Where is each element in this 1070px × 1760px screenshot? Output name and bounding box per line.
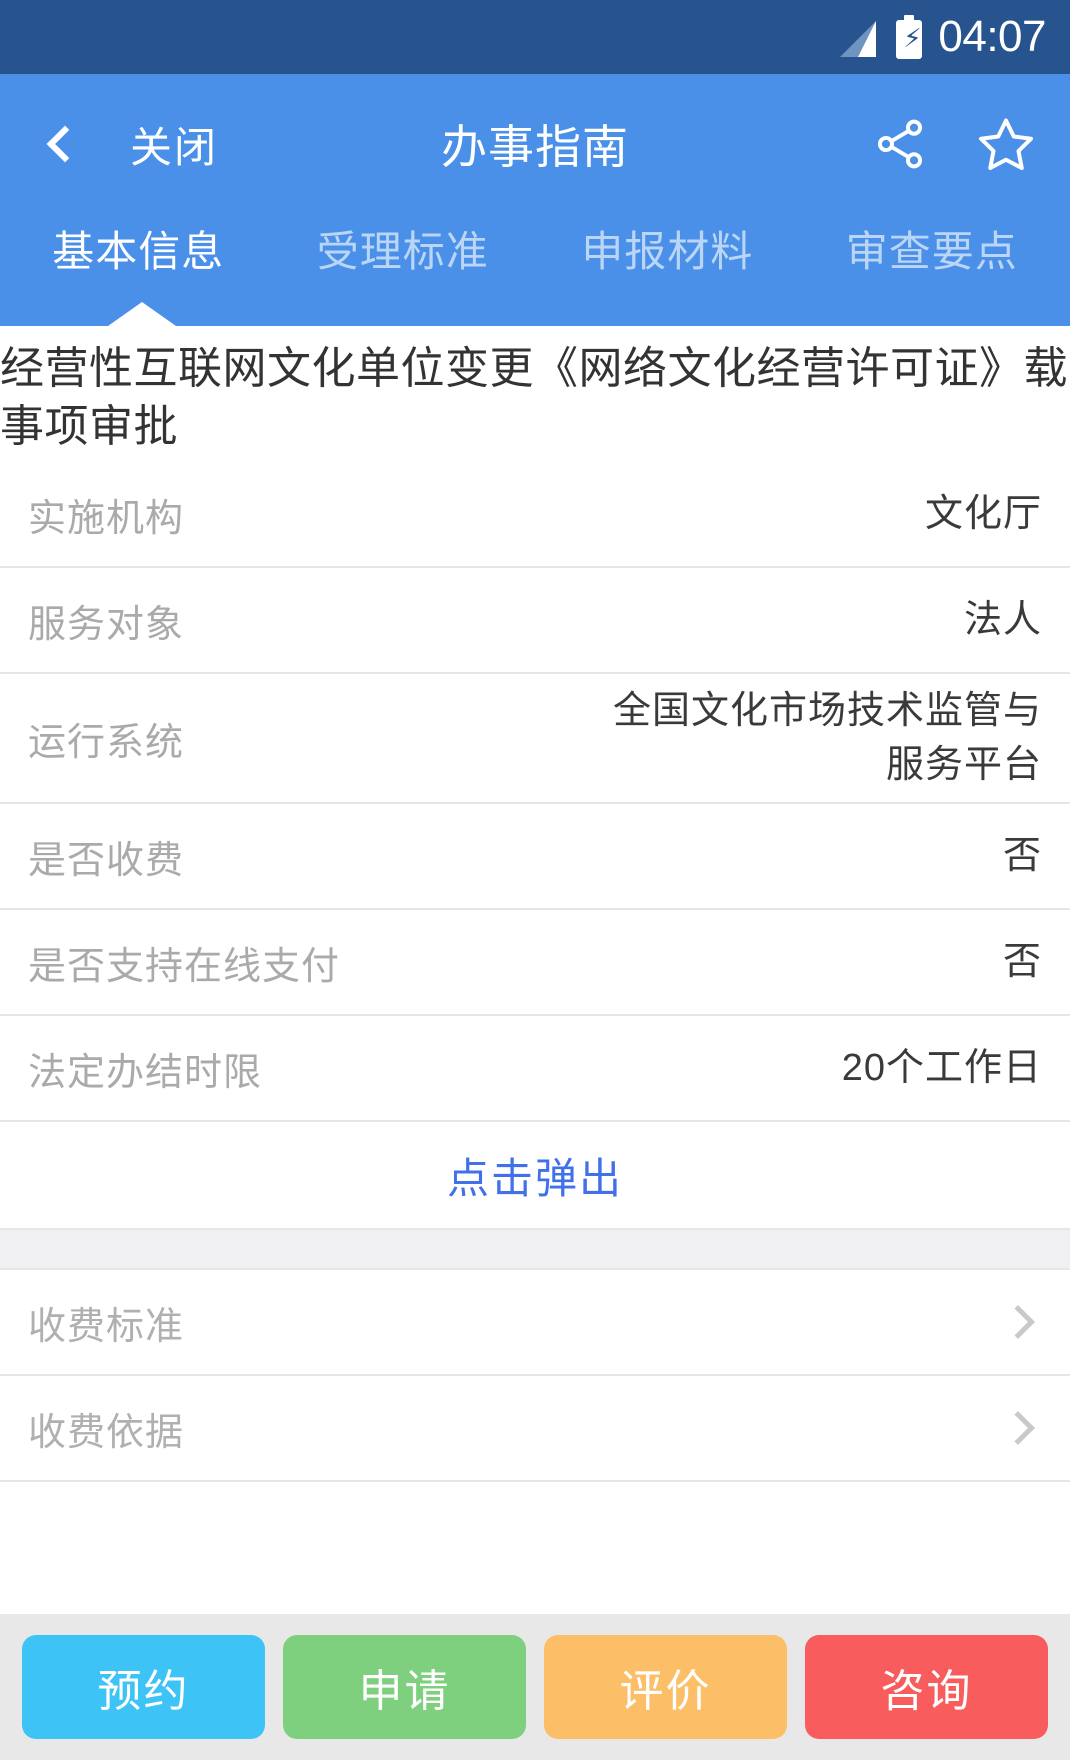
chevron-right-icon <box>1001 1411 1035 1445</box>
status-bar-right: ⚡ 04:07 <box>836 15 1046 59</box>
back-button[interactable] <box>42 125 88 163</box>
info-value: 20个工作日 <box>841 1047 1042 1089</box>
service-item-title-line2: 事项审批 <box>0 402 178 451</box>
info-value: 全国文化市场技术监管与服务平台 <box>612 690 1042 786</box>
info-label: 实施机构 <box>28 497 185 540</box>
list-item-label: 收费标准 <box>28 1305 185 1348</box>
nav-actions <box>870 114 1036 174</box>
tab-basic-info[interactable]: 基本信息 <box>6 214 271 279</box>
tab-bar: 基本信息 受理标准 申报材料 审查要点 <box>0 214 1070 304</box>
share-icon <box>877 119 923 169</box>
status-bar: ⚡ 04:07 <box>0 0 1070 74</box>
tab-application-materials[interactable]: 申报材料 <box>535 214 800 279</box>
active-tab-indicator-row <box>0 302 1070 326</box>
signal-bars-icon <box>836 15 880 59</box>
service-item-title-line1: 经营性互联网文化单位变更《网络文化经营许可证》载明 <box>0 344 1070 393</box>
info-label: 服务对象 <box>28 603 185 646</box>
tab-review-points[interactable]: 审查要点 <box>800 214 1065 279</box>
info-list: 实施机构 文化厅 服务对象 法人 运行系统 全国文化市场技术监管与服务平台 是否… <box>0 462 1070 1122</box>
service-item-title: 经营性互联网文化单位变更《网络文化经营许可证》载明 事项审批 <box>0 326 1070 462</box>
chevron-left-icon <box>46 125 84 163</box>
info-label: 法定办结时限 <box>28 1051 263 1094</box>
list-item-fee-basis[interactable]: 收费依据 <box>0 1376 1070 1482</box>
navigation-list: 收费标准 收费依据 <box>0 1270 1070 1482</box>
status-clock: 04:07 <box>938 12 1046 61</box>
info-row-legal-time-limit: 法定办结时限 20个工作日 <box>0 1016 1070 1122</box>
info-label: 运行系统 <box>28 721 185 764</box>
apply-button[interactable]: 申请 <box>283 1635 526 1739</box>
share-button[interactable] <box>870 114 930 174</box>
tab-acceptance-standard[interactable]: 受理标准 <box>271 214 536 279</box>
evaluate-button[interactable]: 评价 <box>544 1635 787 1739</box>
popup-trigger-link[interactable]: 点击弹出 <box>447 1145 623 1206</box>
info-value: 法人 <box>963 599 1042 641</box>
info-label: 是否支持在线支付 <box>28 945 341 988</box>
info-value: 否 <box>1002 835 1042 877</box>
info-row-operating-system: 运行系统 全国文化市场技术监管与服务平台 <box>0 674 1070 804</box>
bottom-action-bar: 预约 申请 评价 咨询 <box>0 1614 1070 1760</box>
list-item-label: 收费依据 <box>28 1411 185 1454</box>
popup-trigger-row[interactable]: 点击弹出 <box>0 1122 1070 1230</box>
list-item-fee-standard[interactable]: 收费标准 <box>0 1270 1070 1376</box>
app-screen: ⚡ 04:07 关闭 办事指南 基本信息 受理标准 申报材料 审查要点 经营性互… <box>0 0 1070 1760</box>
content-area: 经营性互联网文化单位变更《网络文化经营许可证》载明 事项审批 实施机构 文化厅 … <box>0 326 1070 1614</box>
consult-button[interactable]: 咨询 <box>805 1635 1048 1739</box>
info-row-implementing-agency: 实施机构 文化厅 <box>0 462 1070 568</box>
favorite-button[interactable] <box>976 114 1036 174</box>
info-row-online-payment: 是否支持在线支付 否 <box>0 910 1070 1016</box>
info-row-service-target: 服务对象 法人 <box>0 568 1070 674</box>
info-value: 否 <box>1002 941 1042 983</box>
appointment-button[interactable]: 预约 <box>22 1635 265 1739</box>
close-button[interactable]: 关闭 <box>130 114 218 175</box>
info-value: 文化厅 <box>924 493 1042 535</box>
chevron-right-icon <box>1001 1305 1035 1339</box>
info-row-is-charged: 是否收费 否 <box>0 804 1070 910</box>
star-outline-icon <box>979 118 1033 171</box>
section-spacer <box>0 1230 1070 1270</box>
info-label: 是否收费 <box>28 839 185 882</box>
battery-charging-icon: ⚡ <box>896 15 923 59</box>
nav-bar: 关闭 办事指南 <box>0 74 1070 214</box>
active-tab-arrow-icon <box>108 302 176 326</box>
